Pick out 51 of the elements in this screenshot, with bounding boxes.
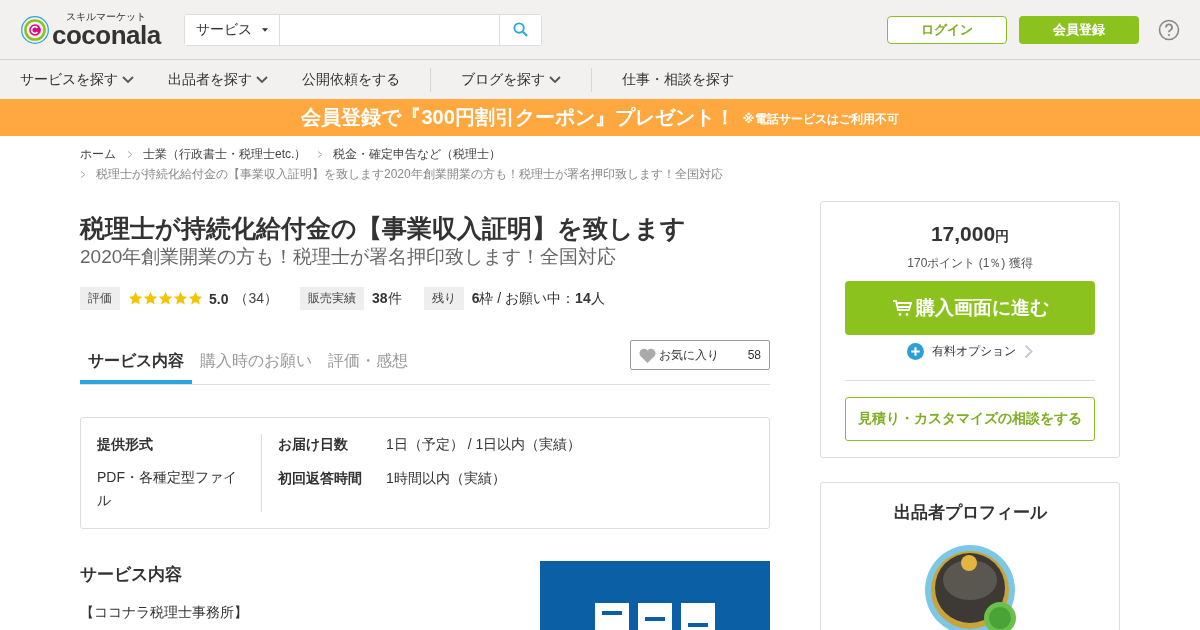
- info-label: 初回返答時間: [278, 469, 363, 488]
- info-value: 1日（予定） / 1日以内（実績）: [386, 435, 582, 454]
- promo-text: 会員登録で『300円割引クーポン』プレゼント！: [301, 105, 735, 130]
- nav-link[interactable]: 公開依頼をする: [302, 70, 400, 89]
- search-icon: [513, 22, 528, 37]
- chevron-right-icon: [127, 151, 133, 158]
- nav-link[interactable]: サービスを探す: [20, 70, 134, 89]
- category-dropdown[interactable]: サービス: [185, 14, 280, 45]
- favorite-button[interactable]: お気に入り 58: [630, 340, 770, 370]
- chevron-right-icon: [317, 151, 324, 158]
- service-subtitle: 2020年創業開業の方も！税理士が署名押印致します！全国対応: [80, 245, 618, 269]
- section-heading: サービス内容: [80, 564, 183, 586]
- breadcrumb-link[interactable]: 税理士が持続化給付金の【事業収入証明】を致します2020年創業開業の方も！税理士が署名押印致します！全国対応: [96, 167, 723, 182]
- help-icon[interactable]: [1158, 18, 1180, 41]
- stat-label: 評価: [80, 287, 120, 310]
- chevron-down-icon: [549, 75, 561, 84]
- caret-icon: [262, 26, 268, 33]
- logo-wordmark[interactable]: coconala: [52, 21, 161, 48]
- plus-icon: [907, 343, 924, 360]
- heart-icon: [639, 347, 656, 363]
- info-value: PDF・各種定型ファイル: [97, 468, 238, 510]
- logo-tagline: スキルマーケット: [66, 11, 147, 22]
- nav-link[interactable]: ブログを探す: [461, 70, 561, 89]
- promo-note: ※電話サービスはご利用不可: [742, 111, 899, 128]
- chevron-down-icon: [122, 75, 134, 84]
- info-value: 1時間以内（実績）: [386, 469, 506, 488]
- cart-icon: [891, 299, 912, 317]
- stat-label: 販売実績: [300, 287, 365, 310]
- tab[interactable]: サービス内容: [80, 338, 192, 384]
- chevron-down-icon: [256, 75, 268, 84]
- breadcrumb-link[interactable]: 税金・確定申告など（税理士）: [333, 147, 502, 162]
- sales-count: 38件: [372, 289, 402, 308]
- paid-options-link[interactable]: 有料オプション: [907, 343, 1033, 360]
- rating-value: 5.0: [209, 290, 229, 307]
- remaining-slots: 6枠 / お願い中：14人: [471, 289, 605, 308]
- description-text: 【ココナラ税理士事務所】: [80, 604, 248, 622]
- breadcrumb-link[interactable]: 士業（行政書士・税理士etc.）: [143, 147, 307, 162]
- price: 17,000円: [930, 222, 1010, 246]
- review-count[interactable]: （34）: [234, 289, 279, 308]
- nav-link[interactable]: 仕事・相談を探す: [622, 70, 734, 89]
- nav-link[interactable]: 出品者を探す: [168, 70, 268, 89]
- breadcrumb-link[interactable]: ホーム: [80, 147, 116, 162]
- service-title: 税理士が持続化給付金の【事業収入証明】を致します: [80, 213, 687, 244]
- chevron-right-icon: [80, 171, 86, 178]
- chevron-right-icon: [1024, 344, 1033, 359]
- info-label: お届け日数: [278, 435, 349, 454]
- stat-label: 残り: [423, 287, 464, 310]
- points-text: 170ポイント (1％) 獲得: [907, 255, 1033, 272]
- info-label: 提供形式: [97, 435, 154, 454]
- search-button[interactable]: [499, 14, 541, 45]
- profile-heading: 出品者プロフィール: [893, 502, 1047, 524]
